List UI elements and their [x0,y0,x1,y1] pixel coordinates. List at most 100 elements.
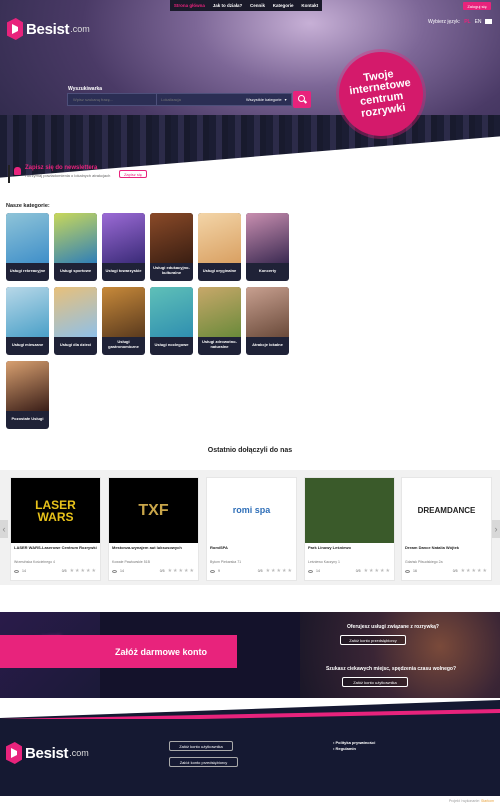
login-button[interactable]: Zaloguj się [463,2,491,10]
category-label: Atrakcje lokalne [252,341,283,347]
language-label: Wybierz język: [428,19,461,25]
listing-address: Bytom Piekarska 71 [210,560,242,564]
terms-link[interactable]: • Regulamin [333,746,356,751]
listing-logo: romi spa [207,478,296,543]
create-free-account-label: Załóż darmowe konto [114,646,207,657]
category-tile[interactable]: Usługi sportowe [54,213,97,281]
language-switcher: Wybierz język: PL EN [428,19,482,25]
nav-how-it-works[interactable]: Jak to działa? [213,3,243,8]
newsletter-subtitle: i otrzymaj powiadomienia o lokalnych atr… [25,173,111,178]
category-image [150,287,193,337]
category-select-value: Wszystkie kategorie [246,97,282,102]
footer-create-user-account-button[interactable]: Załóż konto użytkownika [169,741,233,751]
listing-card[interactable]: romi spa RomiSPA Bytom Piekarska 71 9 0/5 ★★★… [206,477,297,581]
listing-views: 16 [413,569,417,573]
listing-stats: 14 0/5 ★★★★★ [14,568,97,574]
category-label: Usługi mieszane [11,341,44,347]
search-bar: Wszystkie kategorie▾ [67,93,292,106]
listing-card[interactable]: Park Linowy Leśniewo Leśniewo Kaczyny 1 14… [304,477,395,581]
mail-icon[interactable] [485,19,492,24]
eye-icon [112,569,117,573]
categories-title: Nasze kategorie: [6,203,50,209]
category-tile[interactable]: Usługi gastronomiczne [102,287,145,355]
top-navigation: Strona główna Jak to działa? Cennik Kate… [170,0,322,11]
eye-icon [308,569,313,573]
category-tile[interactable]: Usługi noclegowe [150,287,193,355]
category-image [198,213,241,263]
listing-logo: TXF [109,478,198,543]
header-logo[interactable]: Besist .com [7,18,90,40]
listing-score: 0/5 [159,569,165,573]
listing-views: 14 [120,569,124,573]
privacy-policy-link[interactable]: • Polityka prywatności [333,740,375,745]
category-label: Usługi oryginalne [202,267,237,273]
brand-suffix: .com [70,24,90,34]
search-input[interactable] [68,94,156,105]
create-business-account-button[interactable]: Załóż konto przedsiębiorcy [340,635,406,645]
category-tile[interactable]: Usługi mieszane [6,287,49,355]
category-label: Usługi sportowe [59,267,92,273]
chevron-down-icon: ▾ [284,97,287,102]
footer-create-business-account-button[interactable]: Załóż konto przedsiębiorcy [169,757,238,767]
logo-mark-icon [7,18,23,40]
listing-score: 0/5 [452,569,458,573]
location-input[interactable] [156,94,242,105]
category-label: Pozostałe Usługi [11,415,44,421]
listing-score: 0/5 [61,569,67,573]
nav-home[interactable]: Strona główna [174,3,205,8]
rating-stars-icon: ★★★★★ [460,568,488,574]
category-label: Usługi gastronomiczne [108,339,139,349]
listing-name: RomiSPA [210,545,228,550]
listing-stats: 14 0/5 ★★★★★ [308,568,391,574]
listing-views: 9 [218,569,220,573]
nav-categories[interactable]: Kategorie [273,3,294,8]
newsletter-subscribe-button[interactable]: Zapisz się [119,170,147,178]
category-image [198,287,241,337]
create-free-account-banner[interactable]: Załóż darmowe konto [0,635,237,668]
carousel-next-arrow[interactable]: › [492,520,500,538]
lang-pl[interactable]: PL [464,19,470,25]
category-tile[interactable]: Atrakcje lokalne [246,287,289,355]
rating-stars-icon: ★★★★★ [363,568,391,574]
category-image [6,213,49,263]
credit-author-link[interactable]: Starkom [481,799,494,803]
credit-text: Projekt i wykonanie: [448,799,480,803]
nav-contact[interactable]: Kontakt [301,3,318,8]
create-user-account-button[interactable]: Załóż konto użytkownika [342,677,408,687]
footer-brand-name: Besist [25,744,69,762]
category-image [102,287,145,337]
category-image [54,287,97,337]
category-tile[interactable]: Usługi dla dzieci [54,287,97,355]
listing-stats: 9 0/5 ★★★★★ [210,568,293,574]
category-tile[interactable]: Usługi edukacyjno-kulturalne [150,213,193,281]
newsletter-title: Zapisz się do newslettera [25,165,98,171]
category-tile[interactable]: Usługi rekreacyjne [6,213,49,281]
category-image [6,361,49,411]
listing-stats: 14 0/5 ★★★★★ [112,568,195,574]
listing-address: Gdańsk Piłsudskiego 2a [405,560,443,564]
bell-icon [14,167,21,175]
latest-title: Ostatnio dołączyli do nas [207,447,293,454]
category-tile[interactable]: Usługi oryginalne [198,213,241,281]
category-tile[interactable]: Usługi towarzyskie [102,213,145,281]
category-tile[interactable]: Usługi zdrowotno-naturalne [198,287,241,355]
listing-logo-text: LASER WARS [35,497,76,524]
listing-views: 14 [316,569,320,573]
footer-brand-suffix: .com [69,748,89,758]
category-tile[interactable]: Koncerty [246,213,289,281]
lang-en[interactable]: EN [475,19,482,25]
search-label: Wyszukiwarka [68,86,103,92]
category-tile[interactable]: Pozostałe Usługi [6,361,49,429]
category-select[interactable]: Wszystkie kategorie ▾ [242,97,287,102]
eye-icon [405,569,410,573]
listing-card[interactable]: TXF Mestonza-wynajem aut luksusowych Kowal… [108,477,199,581]
search-button[interactable] [293,91,311,108]
nav-pricing[interactable]: Cennik [250,3,265,8]
listing-card[interactable]: LASER WARS LASER WARS-Laserowe Centrum Ro… [10,477,101,581]
listing-card[interactable]: DREAMDANCE Dream Dance Natalia Wójtek Gdań… [401,477,492,581]
footer-logo[interactable]: Besist .com [6,742,89,764]
rating-stars-icon: ★★★★★ [69,568,97,574]
newsletter-section: Zapisz się do newslettera i otrzymaj pow… [8,165,110,183]
carousel-prev-arrow[interactable]: ‹ [0,520,8,538]
listing-logo: DREAMDANCE [402,478,491,543]
